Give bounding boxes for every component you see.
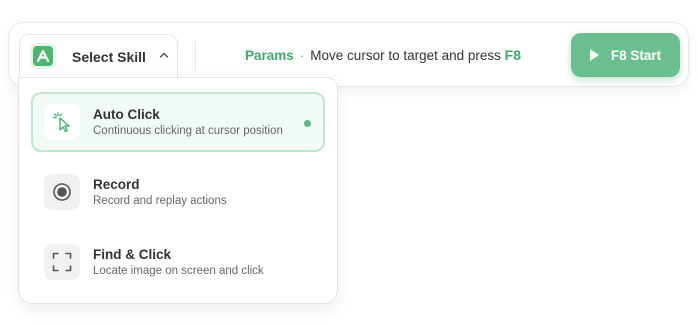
select-skill-label: Select Skill — [72, 49, 146, 65]
skill-option-title: Auto Click — [93, 107, 160, 122]
status-text: Params · Move cursor to target and press F… — [245, 47, 521, 63]
select-skill-button[interactable]: Select Skill — [19, 34, 178, 78]
skill-option-title: Record — [93, 177, 140, 192]
skill-option-record[interactable]: Record Record and replay actions — [31, 162, 325, 222]
cursor-click-icon — [44, 104, 80, 140]
skill-option-auto-click[interactable]: Auto Click Continuous clicking at cursor… — [31, 92, 325, 152]
start-button[interactable]: F8 Start — [571, 33, 680, 77]
skill-option-find-and-click[interactable]: Find & Click Locate image on screen and … — [31, 232, 325, 292]
toolbar-divider — [195, 41, 196, 71]
skill-option-description: Record and replay actions — [93, 195, 227, 207]
skill-option-title: Find & Click — [93, 247, 172, 262]
skill-option-description: Continuous clicking at cursor position — [93, 125, 283, 137]
app-logo-icon — [30, 43, 56, 69]
record-icon — [44, 174, 80, 210]
play-icon — [589, 49, 599, 61]
start-button-label: F8 Start — [610, 47, 662, 63]
skill-option-description: Locate image on screen and click — [93, 265, 264, 277]
skill-dropdown-menu: Auto Click Continuous clicking at cursor… — [18, 77, 338, 304]
status-instruction: Move cursor to target and press — [310, 48, 501, 63]
app-window: Select Skill Params · Move cursor to targe… — [0, 0, 698, 325]
scan-frame-icon — [44, 244, 80, 280]
selected-indicator-dot — [304, 120, 311, 127]
status-separator: · — [299, 48, 305, 63]
params-link[interactable]: Params — [245, 48, 294, 63]
status-hotkey: F8 — [504, 47, 521, 63]
chevron-up-icon — [159, 52, 169, 58]
